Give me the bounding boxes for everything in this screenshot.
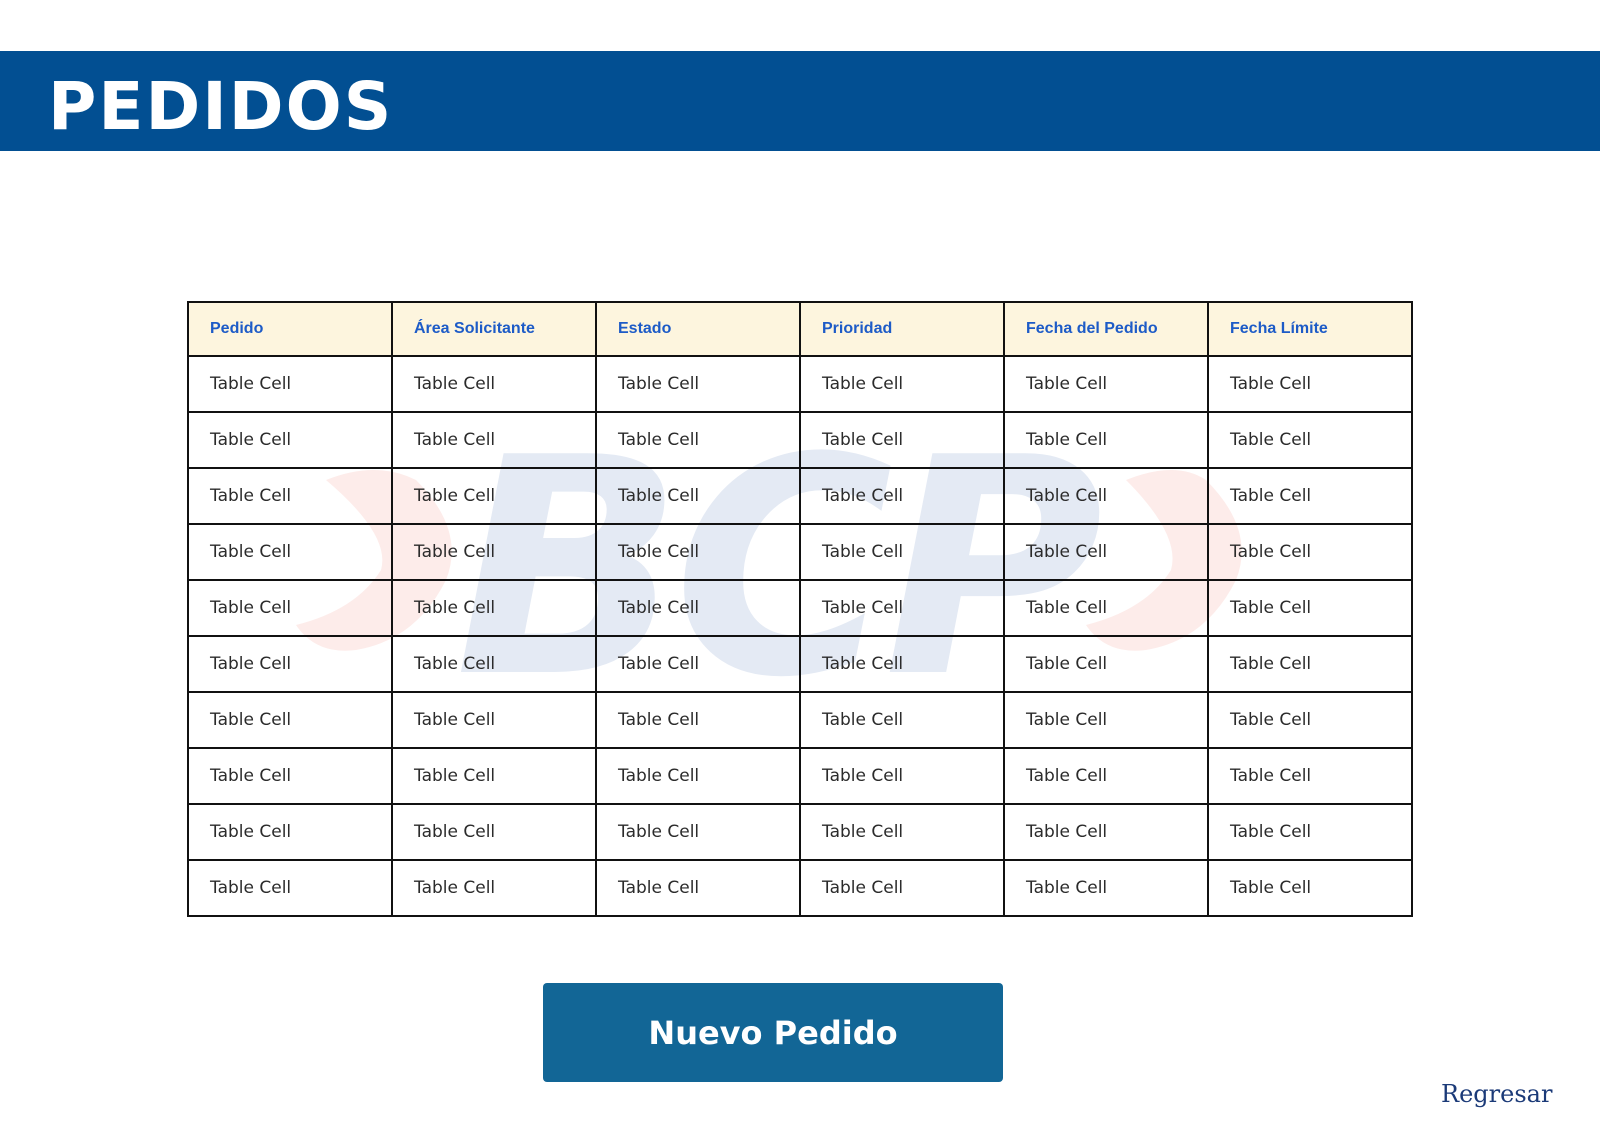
orders-table-header: Pedido Área Solicitante Estado Prioridad Fec… bbox=[187, 301, 1413, 357]
table-cell: Table Cell bbox=[187, 467, 393, 525]
table-cell: Table Cell bbox=[391, 467, 597, 525]
table-cell: Table Cell bbox=[1207, 467, 1413, 525]
table-cell: Table Cell bbox=[1207, 747, 1413, 805]
table-cell: Table Cell bbox=[1003, 691, 1209, 749]
table-row: Table Cell Table Cell Table Cell Table Cell… bbox=[187, 355, 1413, 413]
orders-page: PEDIDOS BCP Pedido Área Solicitante Estado… bbox=[0, 0, 1600, 1137]
table-cell: Table Cell bbox=[1003, 747, 1209, 805]
table-row: Table Cell Table Cell Table Cell Table Cell… bbox=[187, 747, 1413, 805]
back-link[interactable]: Regresar bbox=[1441, 1080, 1552, 1108]
table-cell: Table Cell bbox=[799, 355, 1005, 413]
table-row: Table Cell Table Cell Table Cell Table Cell… bbox=[187, 579, 1413, 637]
table-cell: Table Cell bbox=[799, 467, 1005, 525]
page-title: PEDIDOS bbox=[48, 68, 394, 145]
table-cell: Table Cell bbox=[595, 859, 801, 917]
table-cell: Table Cell bbox=[799, 747, 1005, 805]
table-cell: Table Cell bbox=[595, 691, 801, 749]
table-cell: Table Cell bbox=[799, 635, 1005, 693]
column-header: Fecha del Pedido bbox=[1003, 301, 1209, 357]
column-header: Fecha Límite bbox=[1207, 301, 1413, 357]
table-cell: Table Cell bbox=[1003, 467, 1209, 525]
table-cell: Table Cell bbox=[187, 355, 393, 413]
table-cell: Table Cell bbox=[187, 803, 393, 861]
table-cell: Table Cell bbox=[391, 747, 597, 805]
table-cell: Table Cell bbox=[799, 523, 1005, 581]
table-cell: Table Cell bbox=[595, 411, 801, 469]
table-row: Table Cell Table Cell Table Cell Table Cell… bbox=[187, 691, 1413, 749]
table-cell: Table Cell bbox=[187, 635, 393, 693]
table-row: Table Cell Table Cell Table Cell Table Cell… bbox=[187, 635, 1413, 693]
column-header: Prioridad bbox=[799, 301, 1005, 357]
table-cell: Table Cell bbox=[595, 523, 801, 581]
table-cell: Table Cell bbox=[799, 859, 1005, 917]
table-row: Table Cell Table Cell Table Cell Table Cell… bbox=[187, 523, 1413, 581]
table-cell: Table Cell bbox=[1003, 523, 1209, 581]
table-cell: Table Cell bbox=[595, 803, 801, 861]
table-cell: Table Cell bbox=[799, 803, 1005, 861]
table-cell: Table Cell bbox=[595, 467, 801, 525]
table-cell: Table Cell bbox=[1207, 355, 1413, 413]
orders-table-container: Pedido Área Solicitante Estado Prioridad Fec… bbox=[187, 301, 1413, 917]
table-cell: Table Cell bbox=[187, 859, 393, 917]
table-cell: Table Cell bbox=[391, 523, 597, 581]
table-cell: Table Cell bbox=[391, 411, 597, 469]
table-cell: Table Cell bbox=[187, 747, 393, 805]
table-cell: Table Cell bbox=[1207, 579, 1413, 637]
table-cell: Table Cell bbox=[1207, 859, 1413, 917]
table-row: Table Cell Table Cell Table Cell Table Cell… bbox=[187, 859, 1413, 917]
table-row: Table Cell Table Cell Table Cell Table Cell… bbox=[187, 411, 1413, 469]
table-cell: Table Cell bbox=[595, 747, 801, 805]
table-cell: Table Cell bbox=[1207, 691, 1413, 749]
table-cell: Table Cell bbox=[391, 635, 597, 693]
table-cell: Table Cell bbox=[391, 355, 597, 413]
table-cell: Table Cell bbox=[1207, 523, 1413, 581]
column-header: Pedido bbox=[187, 301, 393, 357]
new-order-button[interactable]: Nuevo Pedido bbox=[543, 983, 1003, 1082]
orders-table: Pedido Área Solicitante Estado Prioridad Fec… bbox=[187, 301, 1413, 917]
column-header: Estado bbox=[595, 301, 801, 357]
table-cell: Table Cell bbox=[187, 411, 393, 469]
table-cell: Table Cell bbox=[1207, 635, 1413, 693]
table-cell: Table Cell bbox=[187, 523, 393, 581]
table-cell: Table Cell bbox=[595, 355, 801, 413]
table-cell: Table Cell bbox=[595, 579, 801, 637]
table-cell: Table Cell bbox=[391, 579, 597, 637]
table-cell: Table Cell bbox=[595, 635, 801, 693]
table-cell: Table Cell bbox=[391, 691, 597, 749]
table-cell: Table Cell bbox=[1003, 803, 1209, 861]
table-cell: Table Cell bbox=[799, 579, 1005, 637]
table-cell: Table Cell bbox=[1003, 355, 1209, 413]
table-row: Table Cell Table Cell Table Cell Table Cell… bbox=[187, 803, 1413, 861]
table-cell: Table Cell bbox=[391, 859, 597, 917]
table-cell: Table Cell bbox=[187, 691, 393, 749]
orders-table-body: Table Cell Table Cell Table Cell Table Cell… bbox=[187, 355, 1413, 917]
column-header: Área Solicitante bbox=[391, 301, 597, 357]
table-cell: Table Cell bbox=[1207, 803, 1413, 861]
table-cell: Table Cell bbox=[1003, 635, 1209, 693]
table-cell: Table Cell bbox=[1003, 411, 1209, 469]
table-cell: Table Cell bbox=[1207, 411, 1413, 469]
table-cell: Table Cell bbox=[1003, 579, 1209, 637]
table-cell: Table Cell bbox=[1003, 859, 1209, 917]
table-cell: Table Cell bbox=[391, 803, 597, 861]
table-cell: Table Cell bbox=[799, 411, 1005, 469]
table-cell: Table Cell bbox=[799, 691, 1005, 749]
table-row: Table Cell Table Cell Table Cell Table Cell… bbox=[187, 467, 1413, 525]
header-row: Pedido Área Solicitante Estado Prioridad Fec… bbox=[187, 301, 1413, 357]
table-cell: Table Cell bbox=[187, 579, 393, 637]
